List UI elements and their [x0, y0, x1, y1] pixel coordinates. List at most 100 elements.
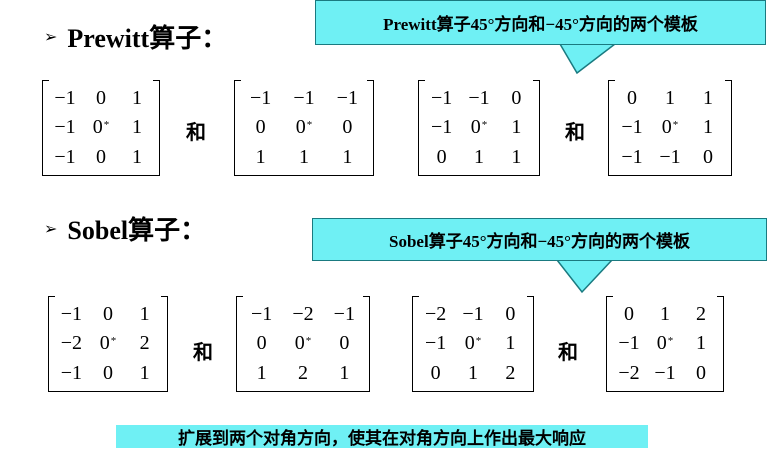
- matrix-cell-value: −1: [431, 87, 453, 110]
- matrix-cell: 0: [326, 113, 369, 142]
- matrix-cell-value: 0: [295, 116, 306, 139]
- matrix-cell-value: 0: [96, 145, 106, 168]
- matrix-cell: −1: [423, 113, 460, 142]
- matrix-cell: 0: [90, 359, 127, 388]
- matrix-cell-value: 0: [102, 303, 113, 326]
- matrix-cell-value: −1: [333, 303, 355, 326]
- matrix-cell: −2: [53, 329, 90, 358]
- matrix-cell-value: −1: [60, 361, 82, 384]
- matrix-cell-value: 0: [703, 145, 713, 168]
- matrix-cell-value: 1: [473, 145, 484, 168]
- matrix-cell: 0: [689, 143, 727, 172]
- matrix-cell: 1: [498, 143, 535, 172]
- matrix-cell-value: 2: [297, 361, 308, 384]
- matrix-cell: 0 *: [282, 113, 325, 142]
- prewitt-and-2: 和: [565, 120, 585, 144]
- matrix-cell-value: 1: [660, 303, 670, 326]
- matrix-cell-value: 0: [342, 116, 353, 139]
- matrix-cell: −1: [47, 143, 83, 172]
- matrix-cell: 0: [241, 329, 282, 358]
- matrix-cell-value: −1: [54, 87, 76, 110]
- prewitt-heading: ➢ Prewitt算子：: [44, 18, 227, 55]
- sobel-matrix-1: −1 0 1 −2 0 * 2 −1 0 1: [48, 296, 168, 392]
- matrix-cell: −1: [647, 359, 683, 388]
- matrix-cell: 1: [239, 143, 282, 172]
- matrix-cell-value: 0: [99, 332, 110, 355]
- bullet-arrow-icon: ➢: [44, 27, 58, 46]
- matrix-cell-value: −1: [54, 145, 76, 168]
- matrix-cell-value: 0: [339, 332, 350, 355]
- matrix-cell: 1: [126, 359, 163, 388]
- matrix-cell: 0: [417, 359, 454, 388]
- matrix-cell-value: −1: [60, 303, 82, 326]
- matrix-cell: −1: [423, 84, 460, 113]
- matrix-cell: −1: [53, 359, 90, 388]
- matrix-cell: −1: [613, 113, 651, 142]
- matrix-cell: 0 *: [282, 329, 323, 358]
- matrix-cell: −1: [47, 84, 83, 113]
- center-marker: *: [672, 118, 679, 131]
- matrix-cell-value: −1: [462, 303, 484, 326]
- matrix-cell-value: −1: [250, 87, 272, 110]
- sobel-callout-text: Sobel算子45°方向和−45°方向的两个模板: [312, 218, 767, 261]
- matrix-cell: 1: [119, 113, 155, 142]
- matrix-cell: −2: [282, 300, 323, 329]
- matrix-cell-value: −1: [621, 145, 643, 168]
- matrix-cell-value: −1: [618, 332, 640, 355]
- bullet-arrow-icon: ➢: [44, 219, 58, 238]
- matrix-cell: 0 *: [460, 113, 497, 142]
- matrix-cell-value: 2: [696, 303, 706, 326]
- matrix-cell: 1: [498, 113, 535, 142]
- matrix-cell: 0 *: [651, 113, 689, 142]
- matrix-cell-value: 1: [298, 145, 309, 168]
- matrix-cell-value: 2: [139, 332, 150, 355]
- matrix-cell-value: −2: [425, 303, 447, 326]
- center-marker: *: [306, 118, 313, 131]
- matrix-cell: −2: [611, 359, 647, 388]
- matrix-cell-value: 0: [470, 116, 481, 139]
- matrix-cell: 0: [83, 84, 119, 113]
- matrix-cell-value: 0: [92, 116, 103, 139]
- matrix-cell: 2: [282, 359, 323, 388]
- matrix-cell-value: 0: [505, 303, 516, 326]
- matrix-cell-value: −1: [336, 87, 358, 110]
- matrix-cell-value: 1: [703, 87, 713, 110]
- matrix-cell: −1: [282, 84, 325, 113]
- prewitt-matrix-4: 0 1 1 −1 0 * 1 −1 −1 0: [608, 80, 732, 176]
- prewitt-and-1: 和: [186, 120, 206, 144]
- matrix-cell-value: 1: [505, 332, 516, 355]
- matrix-cell: −1: [324, 300, 365, 329]
- matrix-cell-value: −2: [618, 361, 640, 384]
- matrix-cell: 0: [90, 300, 127, 329]
- matrix-cell: 1: [282, 143, 325, 172]
- matrix-cell: 0: [498, 84, 535, 113]
- matrix-cell: 0 *: [90, 329, 127, 358]
- matrix-cell-value: −1: [468, 87, 490, 110]
- matrix-cell-value: 1: [511, 145, 522, 168]
- matrix-cell-value: 0: [696, 361, 706, 384]
- matrix-cell-value: −1: [251, 303, 273, 326]
- matrix-cell: −1: [613, 143, 651, 172]
- matrix-cell: 1: [119, 84, 155, 113]
- sobel-matrix-3: −2 −1 0 −1 0 * 1 0 1 2: [412, 296, 534, 392]
- matrix-cell-value: 0: [96, 87, 106, 110]
- matrix-cell: 1: [241, 359, 282, 388]
- matrix-cell-value: 0: [661, 116, 672, 139]
- matrix-cell-value: −1: [293, 87, 315, 110]
- matrix-cell-value: 1: [696, 332, 706, 355]
- matrix-cell: 0: [239, 113, 282, 142]
- matrix-cell: 0: [83, 143, 119, 172]
- matrix-cell: −2: [417, 300, 454, 329]
- matrix-cell-value: 0: [430, 361, 441, 384]
- matrix-cell-value: −1: [621, 116, 643, 139]
- matrix-cell: 1: [683, 329, 719, 358]
- center-marker: *: [481, 118, 488, 131]
- matrix-cell: 0: [324, 329, 365, 358]
- matrix-cell-value: 0: [627, 87, 637, 110]
- matrix-cell-value: 1: [511, 116, 522, 139]
- matrix-cell-value: 1: [255, 145, 266, 168]
- matrix-cell-value: 1: [256, 361, 267, 384]
- matrix-cell: −1: [239, 84, 282, 113]
- matrix-cell-value: 1: [342, 145, 353, 168]
- matrix-cell-value: −1: [659, 145, 681, 168]
